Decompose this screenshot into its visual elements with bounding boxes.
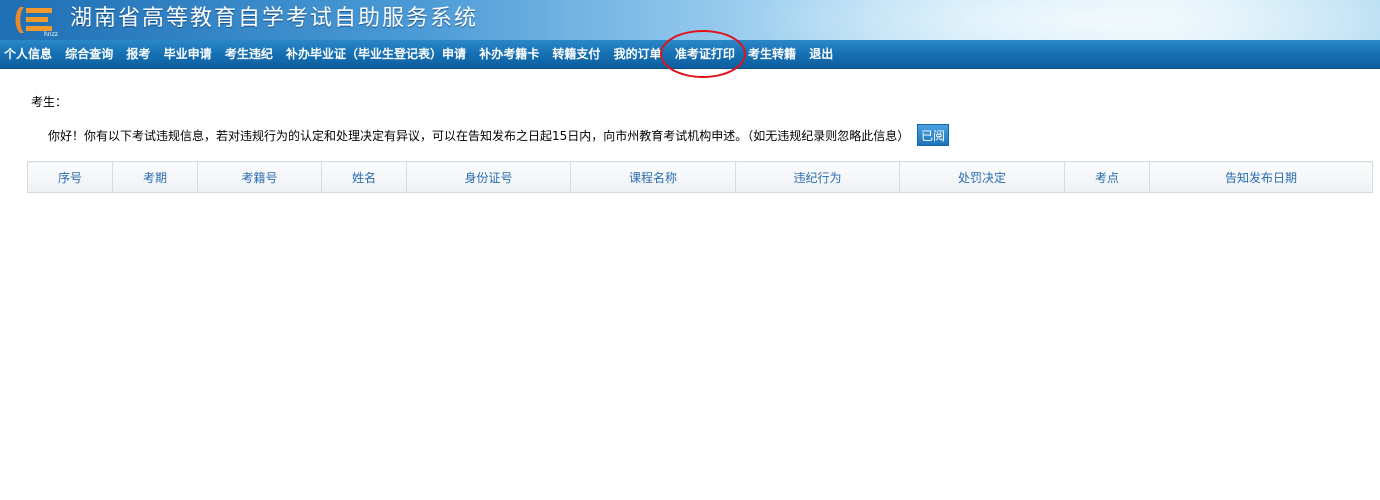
site-title: 湖南省高等教育自学考试自助服务系统 bbox=[70, 6, 479, 31]
examinee-label: 考生： bbox=[31, 95, 68, 109]
nav-item-transfer-payment[interactable]: 转籍支付 bbox=[546, 40, 607, 68]
col-header-name: 姓名 bbox=[321, 161, 407, 193]
col-header-penalty: 处罚决定 bbox=[899, 161, 1065, 193]
nav-item-comprehensive-query[interactable]: 综合查询 bbox=[59, 40, 120, 68]
col-header-violation: 违纪行为 bbox=[735, 161, 900, 193]
nav-item-graduation-application[interactable]: 毕业申请 bbox=[157, 40, 218, 68]
nav-item-admission-ticket-print[interactable]: 准考证打印 bbox=[660, 30, 747, 78]
svg-text:hnzz: hnzz bbox=[44, 31, 58, 37]
hnzk-logo-icon: hnzz bbox=[15, 7, 58, 37]
violation-table: 序号 考期 考籍号 姓名 身份证号 课程名称 违纪行为 处罚决定 考点 告知发布… bbox=[27, 161, 1373, 193]
nav-item-reissue-diploma[interactable]: 补办毕业证（毕业生登记表）申请 bbox=[279, 40, 472, 68]
nav-item-reissue-record-card[interactable]: 补办考籍卡 bbox=[473, 40, 546, 68]
nav-item-logout[interactable]: 退出 bbox=[803, 40, 840, 68]
nav-item-personal-info[interactable]: 个人信息 bbox=[0, 40, 59, 68]
mark-read-button[interactable]: 已阅 bbox=[917, 124, 949, 146]
col-header-exam-site: 考点 bbox=[1064, 161, 1150, 193]
col-header-record-number: 考籍号 bbox=[197, 161, 322, 193]
col-header-notice-date: 告知发布日期 bbox=[1149, 161, 1373, 193]
col-header-id-number: 身份证号 bbox=[406, 161, 571, 193]
nav-item-my-orders[interactable]: 我的订单 bbox=[607, 40, 668, 68]
violation-notice: 你好！你有以下考试违规信息，若对违规行为的认定和处理决定有异议，可以在告知发布之… bbox=[48, 129, 910, 143]
col-header-seq: 序号 bbox=[27, 161, 113, 193]
nav-item-exam-violations[interactable]: 考生违纪 bbox=[218, 40, 279, 68]
col-header-exam-period: 考期 bbox=[112, 161, 198, 193]
main-nav: 个人信息 综合查询 报考 毕业申请 考生违纪 补办毕业证（毕业生登记表）申请 补… bbox=[0, 30, 1380, 78]
banner-decoration bbox=[740, 0, 1380, 40]
table-header-row: 序号 考期 考籍号 姓名 身份证号 课程名称 违纪行为 处罚决定 考点 告知发布… bbox=[27, 161, 1373, 193]
col-header-course-name: 课程名称 bbox=[570, 161, 736, 193]
nav-item-exam-registration[interactable]: 报考 bbox=[120, 40, 157, 68]
nav-item-student-transfer[interactable]: 考生转籍 bbox=[741, 40, 802, 68]
header-banner: hnzz 湖南省高等教育自学考试自助服务系统 bbox=[0, 0, 1380, 40]
